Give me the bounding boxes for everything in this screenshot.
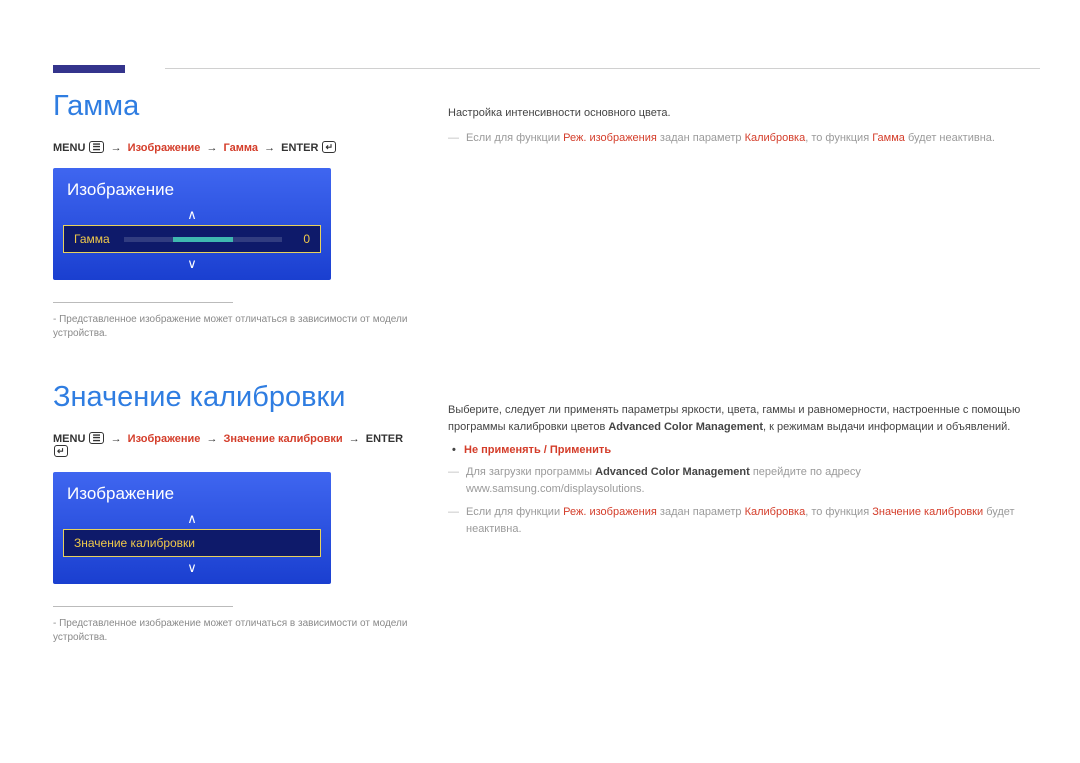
note-calibration: Если для функции Реж. изображения задан …	[448, 504, 1040, 538]
arrow-icon: →	[346, 433, 363, 445]
breadcrumb-gamma: MENU ☰ → Изображение → Гамма → ENTER ↵	[53, 141, 408, 154]
osd-row-label: Гамма	[74, 232, 110, 246]
slider-track	[124, 237, 282, 242]
section1-title: Гамма	[53, 90, 408, 123]
footnote-calibration: Представленное изображение может отличат…	[53, 617, 408, 645]
breadcrumb-calibration: MENU ☰ → Изображение → Значение калибров…	[53, 432, 408, 458]
top-rule	[165, 68, 1040, 69]
menu-icon: ☰	[89, 432, 103, 444]
arrow-icon: →	[108, 142, 125, 154]
options-bullet: Не применять / Применить	[448, 444, 1040, 456]
desc-gamma: Настройка интенсивности основного цвета.	[448, 105, 1040, 122]
desc-calibration: Выберите, следует ли применять параметры…	[448, 402, 1040, 436]
divider	[53, 302, 233, 303]
chevron-up-icon[interactable]: ∧	[53, 510, 331, 527]
arrow-icon: →	[261, 142, 278, 154]
breadcrumb-menu: MENU	[53, 142, 85, 154]
osd-panel-calibration: Изображение ∧ Значение калибровки ∨	[53, 472, 331, 584]
osd-title: Изображение	[53, 472, 331, 510]
menu-icon: ☰	[89, 141, 103, 153]
breadcrumb-enter: ENTER	[281, 142, 318, 154]
chevron-down-icon[interactable]: ∨	[53, 255, 331, 280]
note-gamma: Если для функции Реж. изображения задан …	[448, 130, 1040, 147]
breadcrumb-enter: ENTER	[366, 433, 403, 445]
footnote-gamma: Представленное изображение может отличат…	[53, 313, 408, 341]
chevron-down-icon[interactable]: ∨	[53, 559, 331, 584]
breadcrumb-step1: Изображение	[128, 433, 201, 445]
download-note: Для загрузки программы Advanced Color Ma…	[448, 464, 1040, 498]
arrow-icon: →	[108, 433, 125, 445]
osd-panel-gamma: Изображение ∧ Гамма 0 ∨	[53, 168, 331, 280]
section2-title: Значение калибровки	[53, 381, 408, 414]
breadcrumb-step2: Значение калибровки	[224, 433, 343, 445]
slider-fill	[173, 237, 233, 242]
chapter-marker	[53, 65, 125, 73]
breadcrumb-step1: Изображение	[128, 142, 201, 154]
osd-row-calibration[interactable]: Значение калибровки	[63, 529, 321, 557]
left-column: Гамма MENU ☰ → Изображение → Гамма → ENT…	[53, 90, 408, 675]
breadcrumb-step2: Гамма	[224, 142, 258, 154]
right-column: Настройка интенсивности основного цвета.…	[448, 90, 1040, 675]
osd-row-label: Значение калибровки	[74, 536, 195, 550]
osd-row-value: 0	[296, 232, 310, 246]
enter-icon: ↵	[322, 141, 336, 153]
arrow-icon: →	[203, 433, 220, 445]
enter-icon: ↵	[54, 445, 68, 457]
arrow-icon: →	[203, 142, 220, 154]
breadcrumb-menu: MENU	[53, 433, 85, 445]
osd-title: Изображение	[53, 168, 331, 206]
divider	[53, 606, 233, 607]
chevron-up-icon[interactable]: ∧	[53, 206, 331, 223]
osd-row-gamma[interactable]: Гамма 0	[63, 225, 321, 253]
